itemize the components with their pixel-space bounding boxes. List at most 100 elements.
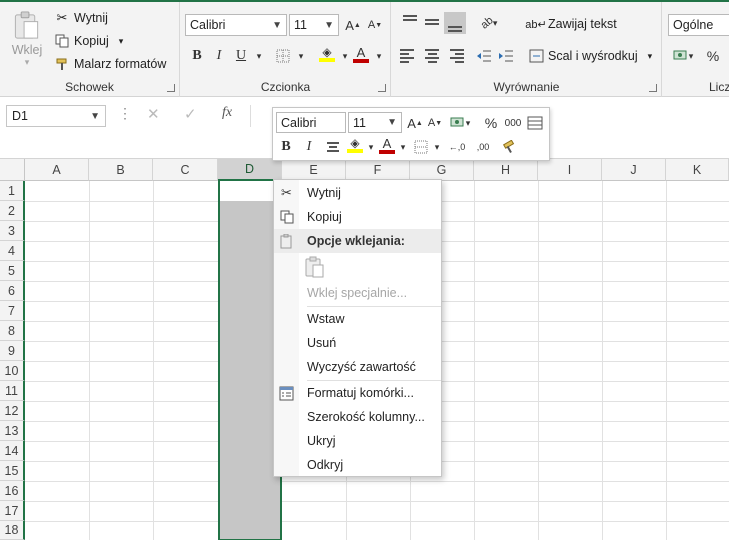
column-header-a[interactable]: A (25, 159, 89, 181)
chevron-down-icon[interactable]: ▾ (427, 137, 447, 157)
mini-font-size-combo[interactable]: 11 ▼ (348, 112, 402, 133)
mini-bold-button[interactable]: B (276, 137, 296, 157)
column-header-d[interactable]: D (218, 159, 282, 181)
font-name-combo[interactable]: Calibri ▼ (185, 14, 287, 36)
underline-button[interactable]: U (231, 46, 251, 66)
chevron-down-icon[interactable]: ▾ (393, 137, 413, 157)
mini-font-name-combo[interactable]: Calibri (276, 112, 346, 133)
chevron-down-icon[interactable]: ▼ (387, 117, 397, 128)
column-header-b[interactable]: B (89, 159, 153, 181)
menu-item-clear-contents[interactable]: Wyczyść zawartość (274, 355, 441, 379)
row-header-2[interactable]: 2 (0, 201, 25, 221)
menu-item-cut[interactable]: ✂ Wytnij (274, 181, 441, 205)
row-header-7[interactable]: 7 (0, 301, 25, 321)
menu-item-paste-special[interactable]: Wklej specjalnie... (274, 281, 441, 305)
decrease-font-icon[interactable]: A ▼ (425, 113, 445, 133)
percent-button[interactable]: % (481, 113, 501, 133)
font-size-combo[interactable]: 11 ▼ (289, 14, 339, 36)
column-header-f[interactable]: F (346, 159, 410, 181)
format-painter-button[interactable]: Malarz formatów (54, 56, 166, 72)
menu-item-column-width[interactable]: Szerokość kolumny... (274, 405, 441, 429)
fill-color-button[interactable]: ◈ (317, 44, 337, 64)
clipboard-launcher-icon[interactable] (167, 84, 175, 92)
row-header-8[interactable]: 8 (0, 321, 25, 341)
align-middle-icon[interactable] (422, 12, 442, 32)
align-left-icon[interactable] (400, 46, 420, 66)
increase-font-icon[interactable]: A ▲ (405, 113, 425, 133)
paste-button[interactable]: Wklej ▾ (8, 10, 46, 68)
row-header-1[interactable]: 1 (0, 181, 25, 201)
decrease-indent-icon[interactable] (474, 46, 494, 66)
accounting-format-icon[interactable]: ▾ (671, 46, 695, 66)
chevron-down-icon[interactable]: ▼ (272, 20, 282, 31)
chevron-down-icon[interactable]: ▾ (249, 46, 269, 66)
decrease-decimal-button[interactable]: ,00 (471, 137, 495, 157)
row-header-10[interactable]: 10 (0, 361, 25, 381)
menu-item-unhide[interactable]: Odkryj (274, 453, 441, 477)
row-header-17[interactable]: 17 (0, 501, 25, 521)
menu-item-hide[interactable]: Ukryj (274, 429, 441, 453)
column-header-j[interactable]: J (602, 159, 666, 181)
italic-button[interactable]: I (209, 46, 229, 66)
chevron-down-icon[interactable]: ▾ (291, 46, 311, 66)
insert-function-button[interactable]: fx (222, 105, 232, 121)
thousands-separator-button[interactable]: 000 (503, 113, 523, 133)
increase-indent-icon[interactable] (496, 46, 516, 66)
row-header-15[interactable]: 15 (0, 461, 25, 481)
row-header-16[interactable]: 16 (0, 481, 25, 501)
paste-option-icon[interactable] (303, 255, 327, 279)
row-header-18[interactable]: 18 (0, 521, 25, 540)
font-launcher-icon[interactable] (378, 84, 386, 92)
decrease-font-icon[interactable]: A ▼ (365, 15, 385, 35)
increase-decimal-button[interactable]: ←,0 (445, 137, 469, 157)
row-header-4[interactable]: 4 (0, 241, 25, 261)
column-header-h[interactable]: H (474, 159, 538, 181)
column-header-e[interactable]: E (282, 159, 346, 181)
menu-item-format-cells[interactable]: Formatuj komórki... (274, 381, 441, 405)
menu-item-delete[interactable]: Usuń (274, 331, 441, 355)
row-header-6[interactable]: 6 (0, 281, 25, 301)
name-box[interactable]: D1 ▼ (6, 105, 106, 127)
chevron-down-icon[interactable]: ▾ (369, 46, 389, 66)
enter-icon[interactable]: ✓ (184, 105, 197, 123)
cancel-icon[interactable]: ✕ (147, 105, 160, 123)
row-header-12[interactable]: 12 (0, 401, 25, 421)
align-right-icon[interactable] (444, 46, 464, 66)
number-format-combo[interactable]: Ogólne (668, 14, 729, 36)
chevron-down-icon[interactable]: ▼ (324, 20, 334, 31)
mini-center-icon[interactable] (323, 137, 343, 157)
column-header-i[interactable]: I (538, 159, 602, 181)
column-header-k[interactable]: K (666, 159, 729, 181)
row-header-3[interactable]: 3 (0, 221, 25, 241)
copy-button[interactable]: Kopiuj ▾ (54, 33, 123, 49)
bold-button[interactable]: B (187, 46, 207, 66)
accounting-format-icon[interactable]: ▾ (447, 113, 473, 133)
font-color-button[interactable]: A (351, 44, 371, 64)
percent-button[interactable]: % (703, 46, 723, 66)
active-cell-d1[interactable] (220, 181, 280, 201)
select-all-corner[interactable] (0, 159, 25, 181)
menu-item-insert[interactable]: Wstaw (274, 307, 441, 331)
align-center-icon[interactable] (422, 46, 442, 66)
brush-icon[interactable] (499, 137, 519, 157)
merge-center-button[interactable]: Scal i wyśrodkuj ▾ (528, 48, 652, 64)
cut-button[interactable]: ✂ Wytnij (54, 10, 108, 26)
borders-icon[interactable] (273, 46, 293, 66)
row-header-5[interactable]: 5 (0, 261, 25, 281)
row-header-13[interactable]: 13 (0, 421, 25, 441)
row-header-9[interactable]: 9 (0, 341, 25, 361)
wrap-text-button[interactable]: ab↵ Zawijaj tekst (525, 16, 617, 32)
orientation-icon[interactable]: ab ▾ (476, 13, 502, 33)
row-header-14[interactable]: 14 (0, 441, 25, 461)
align-top-icon[interactable] (400, 12, 420, 32)
align-bottom-icon[interactable] (444, 12, 466, 34)
format-table-icon[interactable] (525, 113, 545, 133)
mini-italic-button[interactable]: I (299, 137, 319, 157)
alignment-launcher-icon[interactable] (649, 84, 657, 92)
chevron-down-icon[interactable]: ▼ (90, 111, 100, 122)
increase-font-icon[interactable]: A ▲ (343, 15, 363, 35)
column-header-c[interactable]: C (153, 159, 218, 181)
row-header-11[interactable]: 11 (0, 381, 25, 401)
menu-item-copy[interactable]: Kopiuj (274, 205, 441, 229)
column-header-g[interactable]: G (410, 159, 474, 181)
